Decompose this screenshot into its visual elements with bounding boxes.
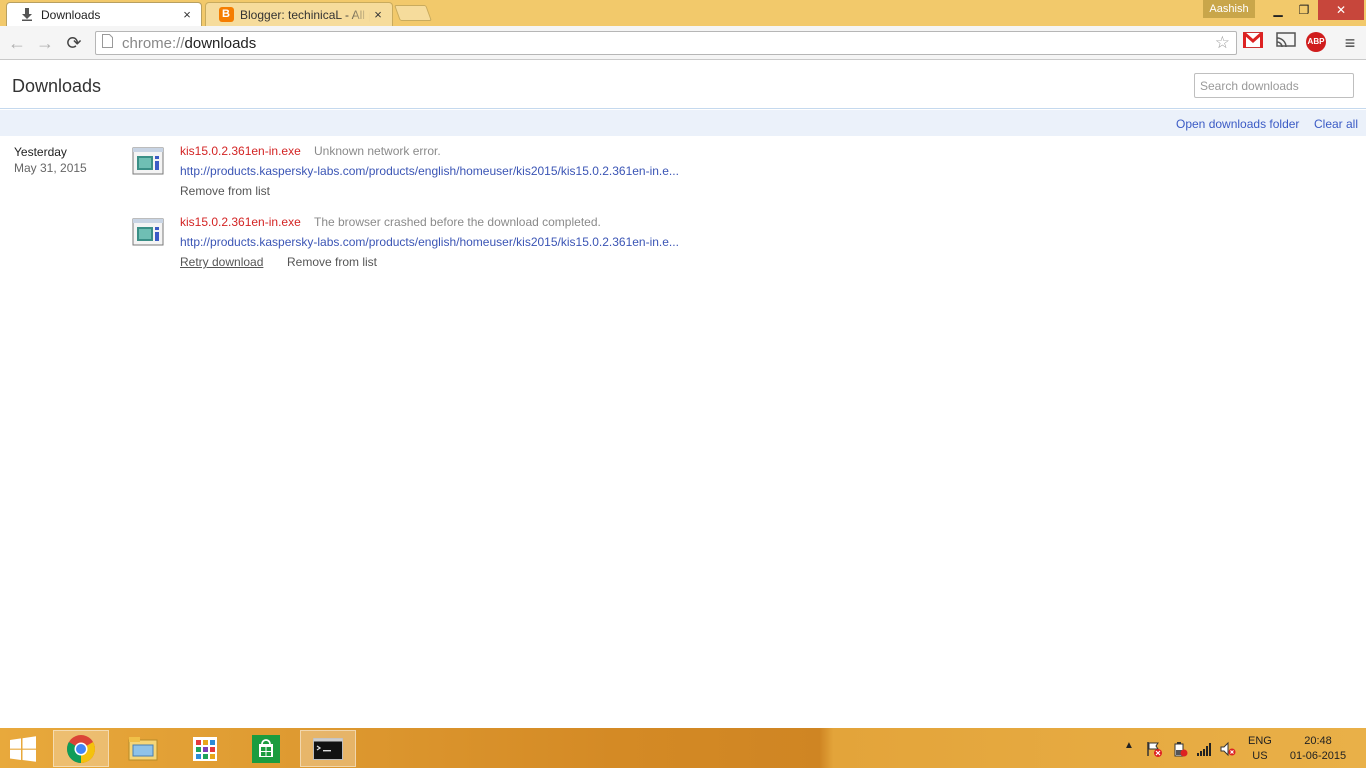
file-name: kis15.0.2.361en-in.exe — [180, 215, 301, 229]
tab-title: Blogger: techinicaL - All p — [240, 7, 370, 22]
title-bar: Downloads × B Blogger: techinicaL - All … — [0, 0, 1366, 26]
remove-from-list-link[interactable]: Remove from list — [287, 255, 377, 269]
reload-button[interactable]: ⟳ — [62, 31, 86, 55]
tab-downloads[interactable]: Downloads × — [6, 2, 202, 26]
file-name: kis15.0.2.361en-in.exe — [180, 144, 301, 158]
tab-close-icon[interactable]: × — [370, 7, 386, 22]
cast-icon[interactable] — [1275, 32, 1297, 54]
system-clock[interactable]: 20:48 01-06-2015 — [1286, 734, 1350, 764]
source-url-link[interactable]: http://products.kaspersky-labs.com/produ… — [180, 235, 679, 249]
url-text: chrome://downloads — [122, 34, 257, 52]
windows-taskbar: ▲ ENG US 20:48 01-06-2015 — [0, 728, 1366, 768]
tab-title: Downloads — [41, 7, 101, 22]
open-downloads-folder-link[interactable]: Open downloads folder — [1176, 117, 1299, 131]
volume-muted-icon[interactable] — [1220, 741, 1236, 757]
adblock-plus-icon[interactable]: ABP — [1306, 32, 1328, 54]
exe-file-icon — [132, 147, 164, 175]
date-value: May 31, 2015 — [14, 161, 87, 175]
clock-date: 01-06-2015 — [1289, 750, 1347, 762]
exe-file-icon — [132, 218, 164, 246]
gmail-icon[interactable] — [1242, 31, 1264, 54]
action-center-flag-icon[interactable] — [1146, 741, 1162, 757]
source-url-link[interactable]: http://products.kaspersky-labs.com/produ… — [180, 164, 679, 178]
chrome-taskbar-icon[interactable] — [53, 730, 109, 767]
show-hidden-icons-button[interactable]: ▲ — [1124, 740, 1134, 768]
browser-toolbar: ← → ⟳ chrome://downloads ☆ ABP ≡ — [0, 26, 1366, 60]
download-status: Unknown network error. — [314, 144, 441, 158]
date-since: Yesterday — [14, 145, 67, 159]
page-icon — [102, 33, 116, 53]
new-tab-button[interactable] — [394, 5, 432, 21]
clock-time: 20:48 — [1304, 735, 1332, 747]
downloads-header: Downloads — [0, 61, 1366, 109]
chrome-menu-icon[interactable]: ≡ — [1339, 32, 1361, 54]
apps-taskbar-icon[interactable] — [177, 730, 233, 767]
file-explorer-taskbar-icon[interactable] — [115, 730, 171, 767]
command-prompt-taskbar-icon[interactable] — [300, 730, 356, 767]
address-bar[interactable]: chrome://downloads ☆ — [95, 31, 1237, 55]
maximize-button[interactable]: ❐ — [1292, 0, 1316, 20]
minimize-button[interactable]: ▁ — [1266, 0, 1290, 20]
back-button[interactable]: ← — [5, 31, 29, 55]
blogger-icon: B — [218, 7, 234, 23]
download-item: kis15.0.2.361en-in.exe Unknown network e… — [132, 144, 832, 204]
store-taskbar-icon[interactable] — [238, 730, 294, 767]
tab-close-icon[interactable]: × — [179, 7, 195, 22]
date-group: Yesterday May 31, 2015 — [14, 144, 87, 176]
remove-from-list-link[interactable]: Remove from list — [180, 184, 270, 198]
power-battery-icon[interactable] — [1172, 741, 1188, 757]
forward-button[interactable]: → — [33, 31, 57, 55]
network-signal-icon[interactable] — [1196, 741, 1212, 757]
download-item: kis15.0.2.361en-in.exe The browser crash… — [132, 215, 832, 275]
download-arrow-icon — [19, 7, 35, 23]
input-language-indicator[interactable]: ENG US — [1248, 734, 1272, 764]
bookmark-star-icon[interactable]: ☆ — [1215, 33, 1230, 53]
start-button[interactable] — [8, 736, 40, 762]
downloads-summary-bar: Open downloads folder Clear all — [0, 110, 1366, 136]
download-status: The browser crashed before the download … — [314, 215, 601, 229]
close-window-button[interactable]: ✕ — [1318, 0, 1364, 20]
retry-download-link[interactable]: Retry download — [180, 255, 263, 269]
profile-button[interactable]: Aashish — [1203, 0, 1255, 18]
tab-blogger[interactable]: B Blogger: techinicaL - All p × — [205, 2, 393, 26]
search-downloads-input[interactable] — [1194, 73, 1354, 98]
page-title: Downloads — [12, 76, 102, 96]
clear-all-link[interactable]: Clear all — [1314, 117, 1358, 131]
